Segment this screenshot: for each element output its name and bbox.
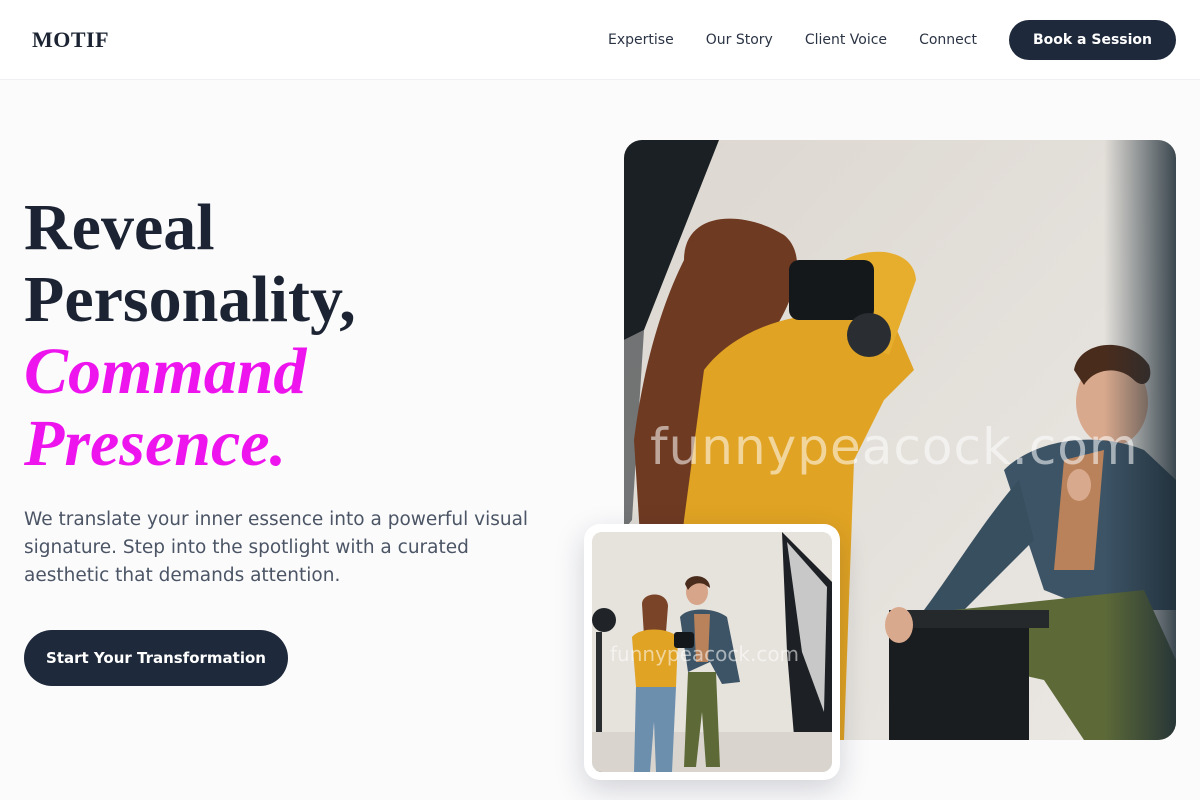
nav-link-client-voice[interactable]: Client Voice: [805, 32, 887, 48]
headline-line-2: Personality,: [24, 263, 356, 336]
site-header: MOTIF Expertise Our Story Client Voice C…: [0, 0, 1200, 80]
main-photo-watermark: funnypeacock.com: [650, 418, 1139, 476]
start-transformation-button[interactable]: Start Your Transformation: [24, 630, 288, 686]
inset-photo-card: funnypeacock.com: [584, 524, 840, 780]
headline-accent-line-2: Presence.: [24, 407, 287, 480]
hero-headline: Reveal Personality, Command Presence.: [24, 192, 584, 480]
nav-link-connect[interactable]: Connect: [919, 32, 977, 48]
headline-accent-line-1: Command: [24, 335, 307, 408]
main-nav: Expertise Our Story Client Voice Connect…: [608, 20, 1176, 60]
inset-photo: funnypeacock.com: [592, 532, 832, 772]
brand-logo[interactable]: MOTIF: [32, 27, 109, 53]
nav-link-expertise[interactable]: Expertise: [608, 32, 674, 48]
nav-link-our-story[interactable]: Our Story: [706, 32, 773, 48]
headline-line-1: Reveal: [24, 191, 215, 264]
inset-photo-watermark: funnypeacock.com: [610, 642, 800, 666]
hero-subcopy: We translate your inner essence into a p…: [24, 509, 529, 586]
book-session-button[interactable]: Book a Session: [1008, 20, 1176, 60]
